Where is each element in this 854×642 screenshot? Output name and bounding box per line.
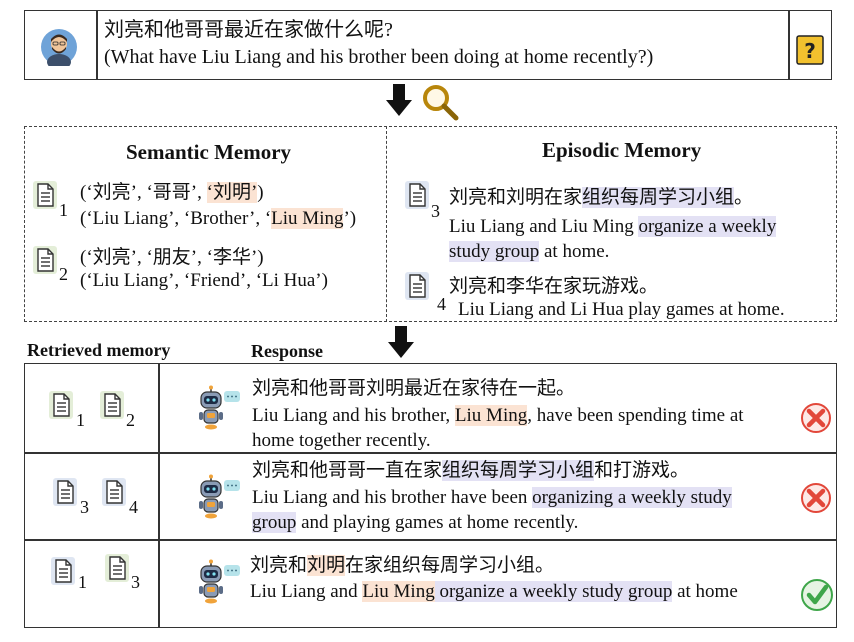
magnifier-icon <box>423 85 459 121</box>
document-icon <box>53 478 77 506</box>
document-icon <box>49 391 73 419</box>
response-table-divider <box>158 363 160 628</box>
episodic-item-4-zh: 刘亮和李华在家玩游戏。 <box>449 276 659 297</box>
correct-check-icon <box>801 579 833 611</box>
response-1-en-line2: home together recently. <box>252 430 431 451</box>
document-icon <box>405 272 429 300</box>
down-arrow-icon <box>388 326 414 358</box>
semantic-item-2-zh: (‘刘亮’, ‘朋友’, ‘李华’) <box>80 247 264 268</box>
response-2-en-line1: Liu Liang and his brother have been orga… <box>252 487 732 508</box>
doc-index-2: 2 <box>59 264 68 284</box>
response-3-en: Liu Liang and Liu Ming organize a weekly… <box>250 581 738 602</box>
question-mark-icon: ? <box>796 35 824 65</box>
doc-index: 1 <box>78 572 87 592</box>
doc-index-3: 3 <box>431 201 440 221</box>
question-divider-right <box>788 10 790 80</box>
semantic-item-1-en: (‘Liu Liang’, ‘Brother’, ‘Liu Ming’) <box>80 208 357 229</box>
document-icon <box>105 554 129 582</box>
document-icon <box>33 181 57 209</box>
robot-icon <box>199 559 240 604</box>
doc-index: 1 <box>76 410 85 430</box>
robot-icon <box>199 385 240 430</box>
svg-text:?: ? <box>804 39 816 63</box>
document-icon <box>405 181 429 209</box>
doc-index-4: 4 <box>437 294 446 314</box>
response-label: Response <box>251 341 324 361</box>
user-avatar-icon <box>41 29 77 66</box>
semantic-item-1-zh: (‘刘亮’, ‘哥哥’, ‘刘明’) <box>80 182 264 203</box>
document-icon <box>100 391 124 419</box>
doc-index: 4 <box>129 497 138 517</box>
question-divider-left <box>96 10 98 80</box>
response-2-en-line2: group and playing games at home recently… <box>252 512 579 533</box>
episodic-item-3-en-line2: study group at home. <box>449 241 610 262</box>
response-1-en-line1: Liu Liang and his brother, Liu Ming, hav… <box>252 405 744 426</box>
question-zh: 刘亮和他哥哥最近在家做什么呢? <box>104 19 393 41</box>
robot-icon <box>199 474 240 519</box>
doc-index-1: 1 <box>59 200 68 220</box>
wrong-cross-icon <box>801 483 831 513</box>
episodic-item-3-en-line1: Liu Liang and Liu Ming organize a weekly <box>449 216 777 237</box>
episodic-memory-title: Episodic Memory <box>542 138 702 162</box>
response-2-zh: 刘亮和他哥哥一直在家组织每周学习小组和打游戏。 <box>252 460 690 481</box>
document-icon <box>51 557 75 585</box>
response-1-zh: 刘亮和他哥哥刘明最近在家待在一起。 <box>252 378 576 399</box>
question-en: (What have Liu Liang and his brother bee… <box>104 46 654 68</box>
doc-index: 2 <box>126 410 135 430</box>
semantic-item-2-en: (‘Liu Liang’, ‘Friend’, ‘Li Hua’) <box>80 270 328 291</box>
doc-index: 3 <box>80 497 89 517</box>
doc-index: 3 <box>131 572 140 592</box>
response-3-zh: 刘亮和刘明在家组织每周学习小组。 <box>250 555 555 576</box>
down-arrow-icon <box>386 84 412 116</box>
retrieved-memory-label: Retrieved memory <box>27 340 171 360</box>
episodic-item-4-en: Liu Liang and Li Hua play games at home. <box>458 299 785 320</box>
semantic-memory-title: Semantic Memory <box>126 140 292 164</box>
document-icon <box>102 478 126 506</box>
memory-divider <box>386 126 387 322</box>
document-icon <box>33 246 57 274</box>
episodic-item-3-zh: 刘亮和刘明在家组织每周学习小组。 <box>449 187 754 208</box>
response-row-divider <box>24 539 837 541</box>
wrong-cross-icon <box>801 403 831 433</box>
